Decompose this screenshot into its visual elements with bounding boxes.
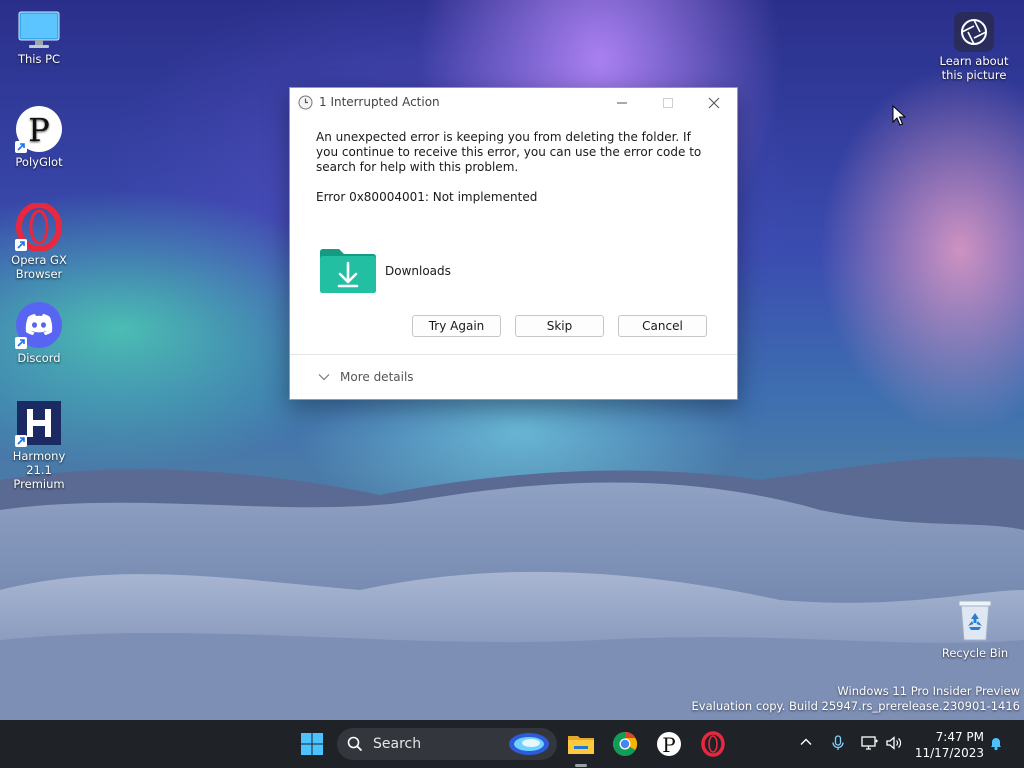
watermark-line1: Windows 11 Pro Insider Preview (837, 684, 1020, 698)
microphone-icon[interactable] (831, 735, 845, 751)
desktop-icon-polyglot[interactable]: P PolyGlot (1, 105, 77, 169)
desktop-icon-learn-about-picture[interactable]: Learn about this picture (936, 12, 1012, 82)
minimize-icon (617, 102, 627, 104)
taskbar-file-explorer[interactable] (565, 728, 597, 760)
mouse-cursor-icon (892, 105, 906, 126)
shortcut-arrow-icon (15, 141, 27, 153)
taskbar-clock[interactable]: 7:47 PM 11/17/2023 (914, 729, 984, 761)
discord-icon (15, 301, 63, 349)
cancel-button[interactable]: Cancel (618, 315, 707, 337)
error-code: Error 0x80004001: Not implemented (316, 190, 538, 204)
desktop-icon-label: Harmony 21.1 Premium (12, 449, 66, 491)
opera-icon (701, 731, 725, 757)
skip-button[interactable]: Skip (515, 315, 604, 337)
clock-time: 7:47 PM (935, 730, 984, 744)
notification-bell-icon[interactable] (988, 735, 1004, 751)
polyglot-icon: P (15, 105, 63, 153)
try-again-button[interactable]: Try Again (412, 315, 501, 337)
learn-label-line1: Learn about (939, 54, 1009, 68)
harmony-icon (15, 399, 63, 447)
close-icon (708, 97, 720, 109)
chrome-icon (612, 732, 638, 757)
dialog-title: 1 Interrupted Action (319, 95, 440, 109)
close-button[interactable] (691, 88, 737, 117)
desktop-icon-label: Recycle Bin (941, 646, 1009, 660)
network-icon[interactable] (861, 735, 879, 751)
desktop-icon-this-pc[interactable]: This PC (1, 10, 77, 66)
maximize-button[interactable] (645, 88, 691, 117)
learn-label-line2: this picture (941, 68, 1007, 82)
file-explorer-icon (568, 736, 594, 754)
desktop-icon-discord[interactable]: Discord (1, 301, 77, 365)
copilot-icon (509, 733, 549, 755)
search-icon (347, 736, 363, 752)
windows-watermark: Windows 11 Pro Insider Preview Evaluatio… (692, 684, 1020, 714)
desktop-icon-label: Discord (17, 351, 61, 365)
maximize-icon (663, 98, 673, 108)
monitor-icon (15, 10, 63, 50)
camera-aperture-icon (954, 12, 994, 52)
chevron-down-icon (318, 374, 330, 381)
start-button[interactable] (296, 728, 328, 760)
snowy-hills (0, 456, 1024, 720)
desktop-icon-label: Opera GX Browser (11, 253, 67, 281)
polyglot-icon: P (657, 732, 681, 757)
taskbar-chrome[interactable] (609, 728, 641, 760)
running-indicator (575, 764, 587, 767)
chevron-up-icon[interactable] (799, 735, 813, 749)
desktop-icon-opera-gx[interactable]: Opera GX Browser (1, 202, 77, 281)
clock-icon (298, 95, 313, 110)
downloads-folder-icon (320, 249, 376, 293)
desktop-icon-harmony[interactable]: Harmony 21.1 Premium (1, 399, 77, 491)
minimize-button[interactable] (599, 88, 645, 117)
watermark-line2: Evaluation copy. Build 25947.rs_prerelea… (691, 699, 1020, 713)
folder-name: Downloads (385, 264, 451, 278)
clock-date: 11/17/2023 (914, 746, 984, 760)
desktop-icon-recycle-bin[interactable]: Recycle Bin (937, 596, 1013, 660)
shortcut-arrow-icon (15, 337, 27, 349)
desktop-icon-label: This PC (17, 52, 61, 66)
taskbar-search-box[interactable]: Search (337, 728, 557, 760)
volume-icon[interactable] (885, 735, 903, 751)
taskbar-opera-gx[interactable] (697, 728, 729, 760)
more-details-label: More details (340, 370, 414, 384)
windows-start-icon (301, 733, 323, 755)
shortcut-arrow-icon (15, 435, 27, 447)
svg-text:P: P (662, 733, 675, 757)
taskbar-polyglot[interactable]: P (653, 728, 685, 760)
dialog-titlebar[interactable]: 1 Interrupted Action (290, 88, 737, 117)
recycle-bin-icon (951, 596, 999, 644)
shortcut-arrow-icon (15, 239, 27, 251)
opera-gx-icon (15, 202, 63, 252)
svg-text:P: P (28, 111, 50, 149)
error-message: An unexpected error is keeping you from … (316, 130, 702, 174)
interrupted-action-dialog: 1 Interrupted Action An unexpected error… (289, 87, 738, 400)
search-placeholder: Search (373, 736, 422, 752)
desktop-icon-label: PolyGlot (15, 155, 63, 169)
dialog-divider (290, 354, 737, 355)
